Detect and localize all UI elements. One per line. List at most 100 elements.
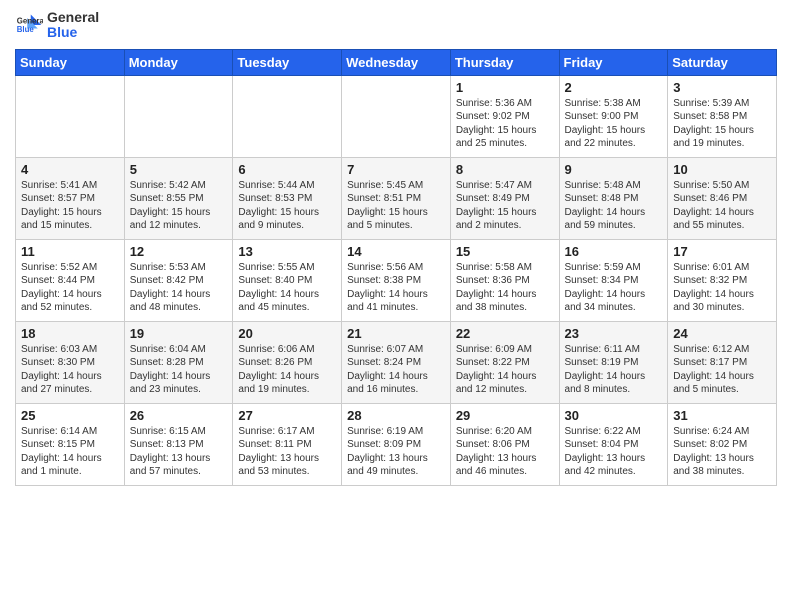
day-number: 17: [673, 244, 771, 259]
day-info: Sunrise: 5:44 AM Sunset: 8:53 PM Dayligh…: [238, 179, 336, 233]
day-info: Sunrise: 5:42 AM Sunset: 8:55 PM Dayligh…: [130, 179, 228, 233]
calendar-cell: 7Sunrise: 5:45 AM Sunset: 8:51 PM Daylig…: [342, 157, 451, 239]
day-info: Sunrise: 6:01 AM Sunset: 8:32 PM Dayligh…: [673, 261, 771, 315]
calendar-cell: 20Sunrise: 6:06 AM Sunset: 8:26 PM Dayli…: [233, 321, 342, 403]
day-info: Sunrise: 6:22 AM Sunset: 8:04 PM Dayligh…: [565, 425, 663, 479]
logo-text: GeneralBlue: [47, 10, 99, 41]
day-info: Sunrise: 5:58 AM Sunset: 8:36 PM Dayligh…: [456, 261, 554, 315]
day-number: 16: [565, 244, 663, 259]
day-info: Sunrise: 6:04 AM Sunset: 8:28 PM Dayligh…: [130, 343, 228, 397]
calendar-cell: 29 Sunrise: 6:20 AM Sunset: 8:06 PM Dayli…: [450, 403, 559, 485]
logo: General Blue GeneralBlue: [15, 10, 99, 41]
day-of-week-saturday: Saturday: [668, 49, 777, 75]
day-number: 22: [456, 326, 554, 341]
day-number: 23: [565, 326, 663, 341]
calendar-header: SundayMondayTuesdayWednesdayThursdayFrid…: [16, 49, 777, 75]
day-info: Sunrise: 6:17 AM Sunset: 8:11 PM Dayligh…: [238, 425, 336, 479]
calendar-cell: 21 Sunrise: 6:07 AM Sunset: 8:24 PM Dayli…: [342, 321, 451, 403]
day-of-week-thursday: Thursday: [450, 49, 559, 75]
svg-text:Blue: Blue: [17, 25, 35, 34]
svg-text:General: General: [17, 17, 43, 26]
week-row-5: 25 Sunrise: 6:14 AM Sunset: 8:15 PM Dayli…: [16, 403, 777, 485]
day-info: Sunrise: 5:36 AM Sunset: 9:02 PM Dayligh…: [456, 97, 554, 151]
day-number: 4: [21, 162, 119, 177]
calendar-cell: 27 Sunrise: 6:17 AM Sunset: 8:11 PM Dayli…: [233, 403, 342, 485]
day-number: 2: [565, 80, 663, 95]
day-number: 10: [673, 162, 771, 177]
calendar-cell: 12Sunrise: 5:53 AM Sunset: 8:42 PM Dayli…: [124, 239, 233, 321]
week-row-1: 1Sunrise: 5:36 AM Sunset: 9:02 PM Daylig…: [16, 75, 777, 157]
day-info: Sunrise: 5:41 AM Sunset: 8:57 PM Dayligh…: [21, 179, 119, 233]
day-info: Sunrise: 5:50 AM Sunset: 8:46 PM Dayligh…: [673, 179, 771, 233]
logo-blue: Blue: [47, 25, 99, 40]
calendar-cell: 16 Sunrise: 5:59 AM Sunset: 8:34 PM Dayli…: [559, 239, 668, 321]
day-info: Sunrise: 5:59 AM Sunset: 8:34 PM Dayligh…: [565, 261, 663, 315]
day-info: Sunrise: 6:20 AM Sunset: 8:06 PM Dayligh…: [456, 425, 554, 479]
calendar-cell: [233, 75, 342, 157]
calendar-cell: 6 Sunrise: 5:44 AM Sunset: 8:53 PM Daylig…: [233, 157, 342, 239]
calendar-cell: 9 Sunrise: 5:48 AM Sunset: 8:48 PM Daylig…: [559, 157, 668, 239]
day-number: 27: [238, 408, 336, 423]
calendar-cell: 11 Sunrise: 5:52 AM Sunset: 8:44 PM Dayli…: [16, 239, 125, 321]
day-info: Sunrise: 6:14 AM Sunset: 8:15 PM Dayligh…: [21, 425, 119, 479]
day-number: 28: [347, 408, 445, 423]
calendar-cell: [16, 75, 125, 157]
day-number: 30: [565, 408, 663, 423]
day-number: 15: [456, 244, 554, 259]
calendar-cell: 25 Sunrise: 6:14 AM Sunset: 8:15 PM Dayli…: [16, 403, 125, 485]
day-number: 6: [238, 162, 336, 177]
calendar-cell: 24Sunrise: 6:12 AM Sunset: 8:17 PM Dayli…: [668, 321, 777, 403]
day-number: 13: [238, 244, 336, 259]
day-info: Sunrise: 5:53 AM Sunset: 8:42 PM Dayligh…: [130, 261, 228, 315]
day-number: 26: [130, 408, 228, 423]
day-info: Sunrise: 6:19 AM Sunset: 8:09 PM Dayligh…: [347, 425, 445, 479]
calendar-cell: 26 Sunrise: 6:15 AM Sunset: 8:13 PM Dayli…: [124, 403, 233, 485]
calendar-cell: 3Sunrise: 5:39 AM Sunset: 8:58 PM Daylig…: [668, 75, 777, 157]
day-number: 29: [456, 408, 554, 423]
day-info: Sunrise: 5:52 AM Sunset: 8:44 PM Dayligh…: [21, 261, 119, 315]
calendar-cell: 31Sunrise: 6:24 AM Sunset: 8:02 PM Dayli…: [668, 403, 777, 485]
day-number: 9: [565, 162, 663, 177]
day-of-week-monday: Monday: [124, 49, 233, 75]
days-of-week-row: SundayMondayTuesdayWednesdayThursdayFrid…: [16, 49, 777, 75]
day-info: Sunrise: 5:48 AM Sunset: 8:48 PM Dayligh…: [565, 179, 663, 233]
calendar-cell: 17 Sunrise: 6:01 AM Sunset: 8:32 PM Dayli…: [668, 239, 777, 321]
day-info: Sunrise: 5:45 AM Sunset: 8:51 PM Dayligh…: [347, 179, 445, 233]
day-info: Sunrise: 5:38 AM Sunset: 9:00 PM Dayligh…: [565, 97, 663, 151]
calendar-cell: 2 Sunrise: 5:38 AM Sunset: 9:00 PM Daylig…: [559, 75, 668, 157]
calendar-cell: 18Sunrise: 6:03 AM Sunset: 8:30 PM Dayli…: [16, 321, 125, 403]
logo-general: General: [47, 10, 99, 25]
calendar-cell: 13 Sunrise: 5:55 AM Sunset: 8:40 PM Dayli…: [233, 239, 342, 321]
calendar-cell: 8 Sunrise: 5:47 AM Sunset: 8:49 PM Daylig…: [450, 157, 559, 239]
day-info: Sunrise: 5:47 AM Sunset: 8:49 PM Dayligh…: [456, 179, 554, 233]
day-number: 25: [21, 408, 119, 423]
day-of-week-wednesday: Wednesday: [342, 49, 451, 75]
day-number: 21: [347, 326, 445, 341]
calendar-cell: 15 Sunrise: 5:58 AM Sunset: 8:36 PM Dayli…: [450, 239, 559, 321]
calendar-cell: 28 Sunrise: 6:19 AM Sunset: 8:09 PM Dayli…: [342, 403, 451, 485]
logo-icon: General Blue: [15, 11, 43, 39]
day-info: Sunrise: 5:55 AM Sunset: 8:40 PM Dayligh…: [238, 261, 336, 315]
header: General Blue GeneralBlue: [15, 10, 777, 41]
week-row-3: 11 Sunrise: 5:52 AM Sunset: 8:44 PM Dayli…: [16, 239, 777, 321]
calendar-cell: 30 Sunrise: 6:22 AM Sunset: 8:04 PM Dayli…: [559, 403, 668, 485]
day-of-week-friday: Friday: [559, 49, 668, 75]
day-number: 8: [456, 162, 554, 177]
calendar-cell: 22 Sunrise: 6:09 AM Sunset: 8:22 PM Dayli…: [450, 321, 559, 403]
day-number: 5: [130, 162, 228, 177]
day-number: 11: [21, 244, 119, 259]
calendar-cell: 14Sunrise: 5:56 AM Sunset: 8:38 PM Dayli…: [342, 239, 451, 321]
day-info: Sunrise: 6:12 AM Sunset: 8:17 PM Dayligh…: [673, 343, 771, 397]
calendar-cell: 4 Sunrise: 5:41 AM Sunset: 8:57 PM Daylig…: [16, 157, 125, 239]
day-number: 3: [673, 80, 771, 95]
day-number: 20: [238, 326, 336, 341]
day-info: Sunrise: 6:15 AM Sunset: 8:13 PM Dayligh…: [130, 425, 228, 479]
calendar: SundayMondayTuesdayWednesdayThursdayFrid…: [15, 49, 777, 486]
calendar-body: 1Sunrise: 5:36 AM Sunset: 9:02 PM Daylig…: [16, 75, 777, 485]
day-info: Sunrise: 6:09 AM Sunset: 8:22 PM Dayligh…: [456, 343, 554, 397]
calendar-cell: 1Sunrise: 5:36 AM Sunset: 9:02 PM Daylig…: [450, 75, 559, 157]
day-info: Sunrise: 6:07 AM Sunset: 8:24 PM Dayligh…: [347, 343, 445, 397]
calendar-cell: 10 Sunrise: 5:50 AM Sunset: 8:46 PM Dayli…: [668, 157, 777, 239]
week-row-4: 18Sunrise: 6:03 AM Sunset: 8:30 PM Dayli…: [16, 321, 777, 403]
calendar-cell: [342, 75, 451, 157]
